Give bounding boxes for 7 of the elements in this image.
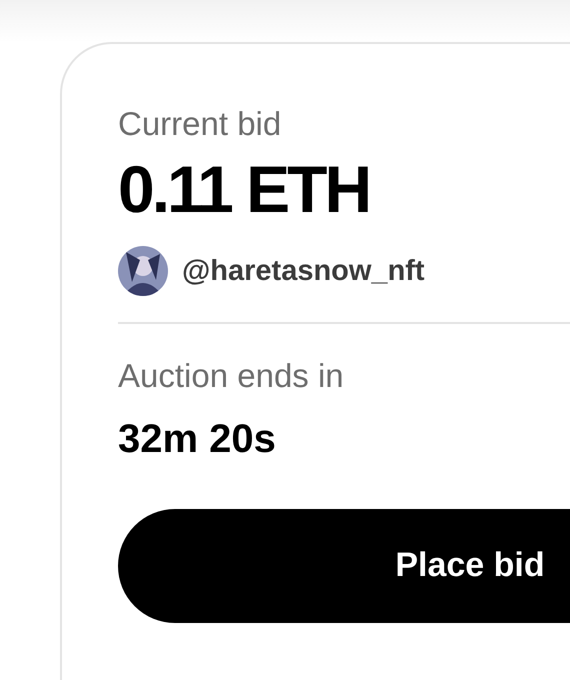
bid-amount: 0.11 ETH	[118, 156, 370, 222]
place-bid-button[interactable]: Place bid	[118, 508, 570, 623]
label: Auction ends in	[118, 358, 345, 395]
time-remaining: 32m 20s	[118, 416, 277, 461]
label: Current bid	[118, 106, 282, 142]
avatar	[118, 246, 168, 296]
username[interactable]: @haretasnow_nft	[182, 250, 425, 294]
